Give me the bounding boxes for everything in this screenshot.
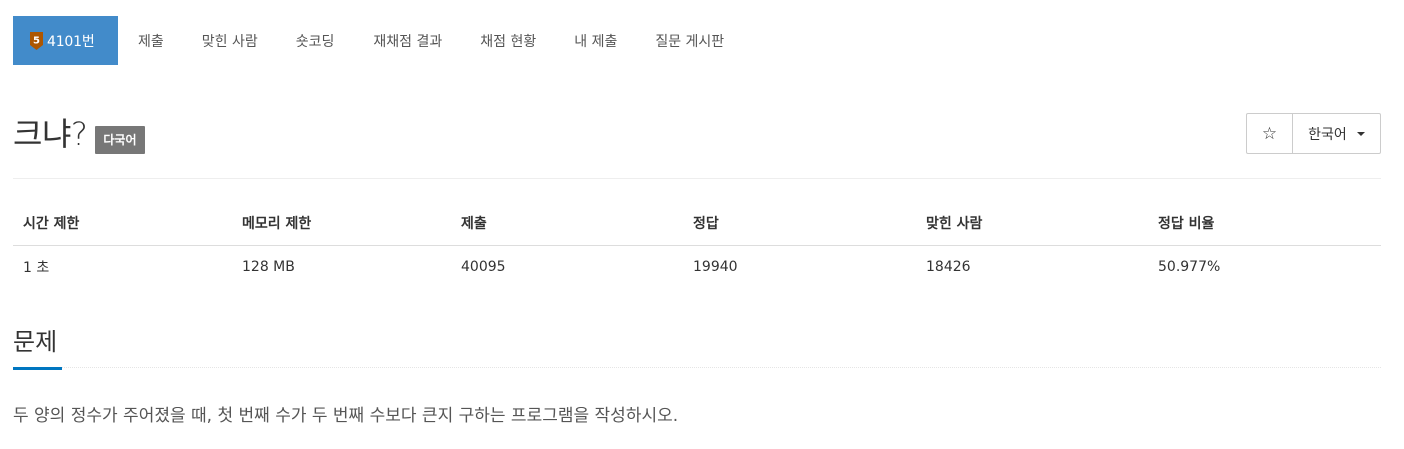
language-dropdown[interactable]: 한국어 bbox=[1292, 113, 1381, 154]
menu-question-board[interactable]: 질문 게시판 bbox=[636, 16, 743, 65]
menu-rejudge-results[interactable]: 재채점 결과 bbox=[353, 16, 461, 65]
value-solved-users: 18426 bbox=[926, 258, 971, 275]
header-solved-users: 맞힌 사람 bbox=[916, 202, 1148, 246]
problem-description: 두 양의 정수가 주어졌을 때, 첫 번째 수가 두 번째 수보다 큰지 구하는… bbox=[13, 406, 679, 426]
value-accepted: 19940 bbox=[693, 258, 738, 275]
value-memory-limit: 128 MB bbox=[242, 258, 295, 275]
section-heading-underline bbox=[13, 367, 62, 370]
language-dropdown-label: 한국어 bbox=[1308, 125, 1347, 142]
value-accept-ratio: 50.977% bbox=[1158, 258, 1221, 275]
menu-problem-number[interactable]: 5 4101번 bbox=[13, 16, 118, 65]
menu-my-submissions[interactable]: 내 제출 bbox=[555, 16, 636, 65]
section-heading: 문제 bbox=[13, 328, 58, 356]
header-time-limit: 시간 제한 bbox=[13, 202, 232, 246]
caret-down-icon bbox=[1356, 131, 1365, 136]
header-submissions: 제출 bbox=[451, 202, 683, 246]
problem-menu: 5 4101번 제출 맞힌 사람 숏코딩 재채점 결과 채점 현황 내 제출 질… bbox=[13, 16, 743, 65]
star-outline-icon: ☆ bbox=[1261, 123, 1278, 143]
problem-title-row: 크냐? 다국어 bbox=[13, 112, 145, 156]
menu-short-coding[interactable]: 숏코딩 bbox=[277, 16, 354, 65]
header-accept-ratio: 정답 비율 bbox=[1148, 202, 1381, 246]
menu-solved-users[interactable]: 맞힌 사람 bbox=[183, 16, 277, 65]
menu-submit[interactable]: 제출 bbox=[118, 16, 183, 65]
svg-text:5: 5 bbox=[33, 35, 40, 46]
favorite-button[interactable]: ☆ bbox=[1246, 113, 1293, 154]
table-row: 1 초 128 MB 40095 19940 18426 50.977% bbox=[13, 245, 1381, 288]
value-submissions: 40095 bbox=[461, 258, 506, 275]
title-divider bbox=[13, 178, 1381, 179]
value-time-limit: 1 초 bbox=[23, 259, 50, 276]
problem-info-table: 시간 제한 메모리 제한 제출 정답 맞힌 사람 정답 비율 1 초 128 M… bbox=[13, 202, 1381, 288]
problem-toolbar: ☆ 한국어 bbox=[1246, 113, 1381, 154]
problem-number-label: 4101번 bbox=[47, 33, 95, 50]
multilang-badge[interactable]: 다국어 bbox=[95, 126, 145, 154]
header-memory-limit: 메모리 제한 bbox=[232, 202, 451, 246]
problem-title: 크냐? bbox=[13, 115, 88, 153]
section-divider bbox=[13, 367, 1381, 368]
bronze-5-tier-icon: 5 bbox=[30, 31, 43, 50]
menu-judge-status[interactable]: 채점 현황 bbox=[461, 16, 555, 65]
header-accepted: 정답 bbox=[683, 202, 916, 246]
page: 5 4101번 제출 맞힌 사람 숏코딩 재채점 결과 채점 현황 내 제출 질… bbox=[0, 0, 1404, 449]
table-header-row: 시간 제한 메모리 제한 제출 정답 맞힌 사람 정답 비율 bbox=[13, 202, 1381, 246]
